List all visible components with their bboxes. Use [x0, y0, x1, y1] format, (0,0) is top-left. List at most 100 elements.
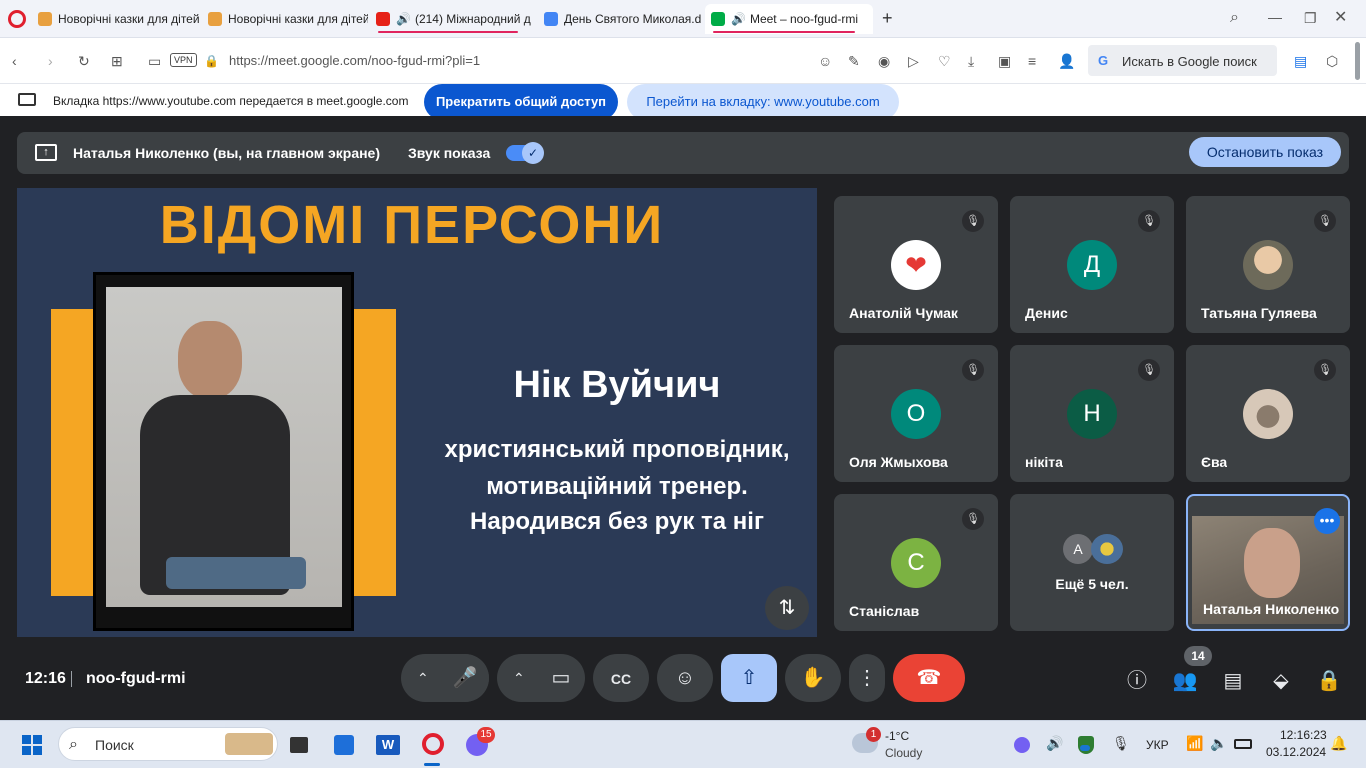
heart-icon[interactable]: ♡	[938, 54, 951, 68]
activities-icon[interactable]: ⬙	[1268, 668, 1294, 694]
reactions-button[interactable]: ☺	[657, 654, 713, 702]
sidebar-icon[interactable]: ▤	[1294, 54, 1307, 68]
stop-sharing-button[interactable]: Прекратить общий доступ	[424, 84, 618, 120]
participant-tile[interactable]: 🎙 О Оля Жмыхова	[834, 345, 998, 482]
pip-icon[interactable]: ▣	[998, 54, 1011, 68]
opera-active-indicator	[424, 763, 440, 766]
participant-name: Татьяна Гуляева	[1201, 305, 1317, 321]
meet-icon	[711, 12, 725, 26]
mic-off-icon: 🎙	[962, 210, 984, 232]
speaker-icon: 🔊	[396, 12, 411, 26]
chevron-up-icon[interactable]: ⌃	[417, 654, 429, 702]
cube-icon[interactable]: ⬡	[1326, 54, 1338, 68]
camera-button[interactable]: ⌃ ▭	[497, 654, 585, 702]
avatar	[1243, 389, 1293, 439]
ms-store-icon[interactable]	[334, 735, 354, 755]
taskbar-search[interactable]: ⌕ Поиск	[58, 727, 278, 761]
back-icon[interactable]: ‹	[12, 54, 17, 68]
sound-toggle[interactable]: ✓	[506, 142, 544, 164]
more-participants-tile[interactable]: А Ещё 5 чел.	[1010, 494, 1174, 631]
search-box[interactable]: G Искать в Google поиск	[1088, 45, 1277, 76]
opera-menu-icon[interactable]	[8, 10, 26, 28]
new-tab-icon[interactable]: +	[882, 9, 893, 27]
weather-badge: 1	[866, 727, 881, 742]
snapshot-icon[interactable]: ◉	[878, 54, 890, 68]
word-icon[interactable]: W	[376, 735, 400, 755]
more-options-button[interactable]: ⋮	[849, 654, 885, 702]
self-tile[interactable]: ••• Наталья Николенко	[1186, 494, 1350, 631]
edit-icon[interactable]: ✎	[848, 54, 860, 68]
speaker-tray-icon[interactable]: 🔈	[1210, 735, 1227, 752]
presenter-label: Наталья Николенко (вы, на главном экране…	[73, 145, 381, 161]
info-icon[interactable]: ⓘ	[1124, 668, 1150, 694]
participant-tile[interactable]: 🎙 Татьяна Гуляева	[1186, 196, 1350, 333]
speed-dial-icon[interactable]: ⊞	[111, 54, 123, 68]
taskbar-search-label: Поиск	[95, 737, 134, 753]
more-options-icon[interactable]: •••	[1314, 508, 1340, 534]
windows-start-icon[interactable]	[22, 735, 42, 755]
viber-tray-icon[interactable]	[1014, 737, 1030, 753]
battery-icon[interactable]	[1234, 739, 1252, 749]
search-tabs-icon[interactable]: ⌕	[1230, 10, 1239, 26]
stop-presenting-button[interactable]: Остановить показ	[1189, 137, 1341, 167]
camera-icon[interactable]: ▭	[148, 54, 161, 68]
send-icon[interactable]: ▷	[908, 54, 919, 68]
raise-hand-button[interactable]: ✋	[785, 654, 841, 702]
orange-block-right	[353, 309, 396, 596]
host-controls-icon[interactable]: 🔒	[1316, 668, 1342, 694]
tab-2[interactable]: Новорічні казки для дітей	[202, 4, 368, 34]
portrait-jeans	[166, 557, 306, 589]
present-screen-icon: ⇧	[740, 667, 758, 689]
participant-tile[interactable]: 🎙 Д Денис	[1010, 196, 1174, 333]
avatar	[1091, 534, 1123, 564]
chat-icon[interactable]: ▤	[1220, 668, 1246, 694]
present-button[interactable]: ⇧	[721, 654, 777, 702]
swap-layout-icon[interactable]: ⇅	[765, 586, 809, 630]
reload-icon[interactable]: ↻	[78, 54, 90, 68]
people-icon[interactable]: 👥	[1172, 668, 1198, 694]
wifi-icon[interactable]: 📶	[1186, 735, 1203, 752]
cloud-icon[interactable]	[1080, 745, 1090, 751]
notification-bell-icon[interactable]: 🔔	[1330, 735, 1347, 752]
participant-tile[interactable]: 🎙 С Станіслав	[834, 494, 998, 631]
scrollbar[interactable]	[1355, 42, 1360, 80]
close-icon[interactable]: ✕	[1334, 10, 1347, 26]
switch-to-tab-button[interactable]: Перейти на вкладку: www.youtube.com	[627, 84, 899, 120]
docs-icon	[544, 12, 558, 26]
forward-icon[interactable]: ›	[48, 54, 53, 68]
tab-1[interactable]: Новорічні казки для дітей	[32, 4, 200, 34]
opera-icon[interactable]	[422, 733, 444, 755]
mic-button[interactable]: ⌃ 🎤	[401, 654, 489, 702]
easy-setup-icon[interactable]: ≡	[1028, 54, 1036, 68]
presenting-banner: ↑ Наталья Николенко (вы, на главном экра…	[17, 132, 1349, 174]
tab-4[interactable]: День Святого Миколая.d	[538, 4, 702, 34]
url-field[interactable]: https://meet.google.com/noo-fgud-rmi?pli…	[229, 53, 480, 68]
clock-time[interactable]: 12:16:23	[1280, 728, 1327, 742]
captions-button[interactable]: CC	[593, 654, 649, 702]
keyboard-language[interactable]: УКР	[1146, 738, 1169, 752]
youtube-icon	[376, 12, 390, 26]
mic-off-icon: 🎙	[1314, 359, 1336, 381]
chevron-up-icon[interactable]: ⌃	[513, 654, 525, 702]
self-name: Наталья Николенко	[1203, 601, 1340, 617]
participant-tile[interactable]: 🎙 Єва	[1186, 345, 1350, 482]
participant-tile[interactable]: 🎙 ❤ Анатолій Чумак	[834, 196, 998, 333]
emoji-icon[interactable]: ☺	[818, 54, 832, 68]
people-count-badge: 14	[1184, 646, 1212, 666]
leave-call-button[interactable]: ☎	[893, 654, 965, 702]
tab-meet[interactable]: 🔊 Meet – noo-fgud-rmi	[705, 4, 873, 34]
minimize-icon[interactable]: —	[1268, 10, 1282, 24]
participant-tile[interactable]: 🎙 Н нікіта	[1010, 345, 1174, 482]
check-icon: ✓	[522, 142, 544, 164]
maximize-icon[interactable]: ❐	[1304, 11, 1317, 25]
download-icon[interactable]: ⤓	[968, 54, 974, 68]
windows-taskbar: ⌕ Поиск W 15 1 -1°C Cloudy 🔊 🎙 УКР 📶 🔈 1…	[0, 720, 1366, 768]
tab-3[interactable]: 🔊 (214) Міжнародний д	[370, 4, 536, 34]
volume-app-icon[interactable]: 🔊	[1046, 735, 1063, 752]
task-view-icon[interactable]	[290, 737, 308, 753]
profile-icon[interactable]: 👤	[1058, 54, 1075, 68]
microphone-tray-icon[interactable]: 🎙	[1112, 735, 1130, 752]
slide-heading: ВІДОМІ ПЕРСОНИ	[159, 195, 665, 255]
vpn-badge[interactable]: VPN	[170, 53, 197, 67]
clock-date[interactable]: 03.12.2024	[1266, 745, 1326, 759]
